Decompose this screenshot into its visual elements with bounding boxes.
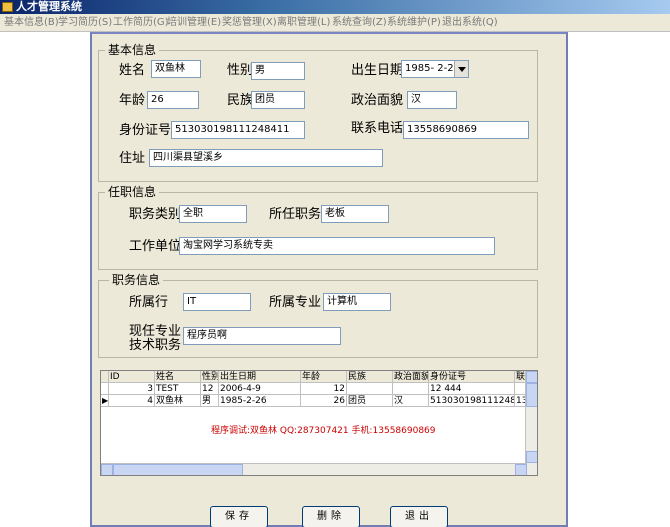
job-info-group: 职务信息 所属行 IT 所属专业 计算机 现任专业 技术职务 程序员啊 <box>98 273 538 358</box>
ethnic-field[interactable]: 团员 <box>251 91 305 109</box>
cell-age: 26 <box>301 395 347 407</box>
cell-political: 汉 <box>393 395 429 407</box>
menu-work-resume[interactable]: 工作简历(G) <box>113 14 169 32</box>
row-indicator <box>101 383 109 395</box>
cell-ethnic: 团员 <box>347 395 393 407</box>
cell-id: 4 <box>109 395 155 407</box>
birth-date-picker[interactable]: 1985- 2-26 <box>401 60 469 78</box>
grid-vertical-scrollbar[interactable] <box>525 371 537 475</box>
address-label: 住址 <box>119 151 146 166</box>
grid-header-name[interactable]: 姓名 <box>155 371 201 383</box>
cell-name: 双鱼林 <box>155 395 201 407</box>
grid-header-age[interactable]: 年龄 <box>301 371 347 383</box>
cell-age: 12 <box>301 383 347 395</box>
menu-basic-info[interactable]: 基本信息(B) <box>4 14 59 32</box>
name-label: 姓名 <box>119 63 146 78</box>
ethnic-label: 民族 <box>227 93 254 108</box>
menu-resignation[interactable]: 离职管理(L) <box>277 14 330 32</box>
company-label: 工作单位 <box>129 239 182 254</box>
scroll-thumb[interactable] <box>113 464 243 475</box>
grid-header-ethnic[interactable]: 民族 <box>347 371 393 383</box>
grid-header-id[interactable]: ID <box>109 371 155 383</box>
tech-title-field[interactable]: 程序员啊 <box>183 327 341 345</box>
employment-group: 任职信息 职务类别 全职 所任职务 老板 工作单位 淘宝网学习系统专卖 <box>98 185 538 270</box>
debug-contact-note: 程序调试:双鱼林 QQ:287307421 手机:13558690869 <box>211 426 436 436</box>
cell-name: TEST <box>155 383 201 395</box>
scroll-left-icon[interactable] <box>101 464 113 475</box>
tech-title-label-line2: 技术职务 <box>129 338 182 353</box>
grid-header-birth[interactable]: 出生日期 <box>219 371 301 383</box>
name-field[interactable]: 双鱼林 <box>151 60 201 78</box>
menu-bar: 基本信息(B) 学习简历(S) 工作简历(G) 培训管理(E) 奖惩管理(X) … <box>0 14 670 32</box>
cell-id-number: 12 444 <box>429 383 515 395</box>
menu-maintenance[interactable]: 系统维护(P) <box>387 14 441 32</box>
form-panel: 基本信息 姓名 双鱼林 性别 男 出生日期 1985- 2-26 年龄 26 民… <box>90 32 568 527</box>
scroll-thumb[interactable] <box>526 383 537 407</box>
birth-date-value: 1985- 2-26 <box>405 63 460 74</box>
position-field[interactable]: 老板 <box>321 205 389 223</box>
political-field[interactable]: 汉 <box>407 91 457 109</box>
cell-id: 3 <box>109 383 155 395</box>
id-number-label: 身份证号 <box>119 123 172 138</box>
employee-grid[interactable]: ID 姓名 性别 出生日期 年龄 民族 政治面貌 身份证号 联 3 TEST 1… <box>100 370 538 476</box>
major-label: 所属专业 <box>269 295 322 310</box>
birth-label: 出生日期 <box>351 63 404 78</box>
exit-button[interactable]: 退出 <box>390 506 448 527</box>
job-type-label: 职务类别 <box>129 207 182 222</box>
grid-horizontal-scrollbar[interactable] <box>101 463 527 475</box>
cell-birth: 1985-2-26 <box>219 395 301 407</box>
menu-rewards[interactable]: 奖惩管理(X) <box>222 14 277 32</box>
cell-gender: 男 <box>201 395 219 407</box>
delete-button[interactable]: 删除 <box>302 506 360 527</box>
age-field[interactable]: 26 <box>147 91 199 109</box>
grid-header-id-number[interactable]: 身份证号 <box>429 371 515 383</box>
menu-study-resume[interactable]: 学习简历(S) <box>58 14 112 32</box>
scroll-right-icon[interactable] <box>515 464 527 475</box>
scroll-down-icon[interactable] <box>526 451 537 463</box>
gender-label: 性别 <box>227 63 254 78</box>
cell-id-number: 513030198111248411 <box>429 395 515 407</box>
row-indicator: ▶ <box>101 395 109 407</box>
age-label: 年龄 <box>119 93 146 108</box>
chevron-down-icon[interactable] <box>454 61 468 77</box>
industry-field[interactable]: IT <box>183 293 251 311</box>
grid-header-political[interactable]: 政治面貌 <box>393 371 429 383</box>
menu-exit[interactable]: 退出系统(Q) <box>442 14 498 32</box>
cell-gender: 12 <box>201 383 219 395</box>
cell-political <box>393 383 429 395</box>
job-type-field[interactable]: 全职 <box>179 205 247 223</box>
job-info-legend: 职务信息 <box>109 273 164 287</box>
political-label: 政治面貌 <box>351 93 404 108</box>
menu-query[interactable]: 系统查询(Z) <box>332 14 387 32</box>
cell-ethnic <box>347 383 393 395</box>
phone-field[interactable]: 13558690869 <box>403 121 529 139</box>
major-field[interactable]: 计算机 <box>323 293 391 311</box>
basic-info-legend: 基本信息 <box>105 43 160 57</box>
position-label: 所任职务 <box>269 207 322 222</box>
tech-title-label-line1: 现任专业 <box>129 324 182 339</box>
gender-field[interactable]: 男 <box>251 62 305 80</box>
basic-info-group: 基本信息 姓名 双鱼林 性别 男 出生日期 1985- 2-26 年龄 26 民… <box>98 43 538 182</box>
id-number-field[interactable]: 513030198111248411 <box>171 121 305 139</box>
grid-header-gender[interactable]: 性别 <box>201 371 219 383</box>
company-field[interactable]: 淘宝网学习系统专卖 <box>179 237 495 255</box>
window-title: 人才管理系统 <box>16 0 82 13</box>
cell-birth: 2006-4-9 <box>219 383 301 395</box>
grid-header-indicator <box>101 371 109 383</box>
save-button[interactable]: 保存 <box>210 506 268 527</box>
employment-legend: 任职信息 <box>105 185 160 199</box>
title-bar: 人才管理系统 <box>0 0 670 14</box>
phone-label: 联系电话 <box>351 121 404 136</box>
industry-label: 所属行 <box>129 295 169 310</box>
menu-training[interactable]: 培训管理(E) <box>167 14 221 32</box>
address-field[interactable]: 四川渠县望溪乡 <box>149 149 383 167</box>
app-icon <box>2 2 13 12</box>
scroll-up-icon[interactable] <box>526 371 537 383</box>
